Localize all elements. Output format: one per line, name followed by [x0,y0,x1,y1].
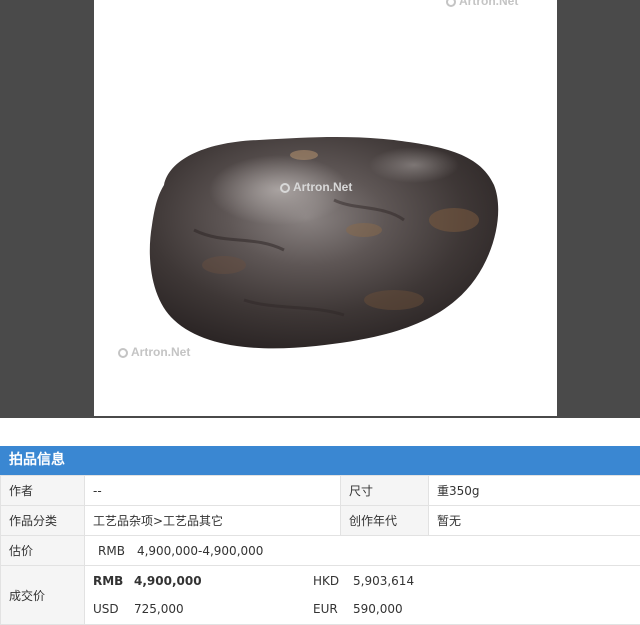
section-title: 拍品信息 [0,446,640,475]
watermark-center: Artron.Net [280,180,352,194]
deal-currency-rmb: RMB [93,574,123,588]
deal-label: 成交价 [1,566,85,625]
deal-prices: RMB 4,900,000 HKD 5,903,614 USD 725,000 … [85,566,640,624]
category-link[interactable]: 工艺品杂项>工艺品其它 [93,514,223,528]
table-row: 成交价 RMB 4,900,000 HKD 5,903,614 USD 725,… [1,566,640,625]
author-value: -- [85,476,341,506]
deal-prices-cell: RMB 4,900,000 HKD 5,903,614 USD 725,000 … [85,566,640,625]
year-value: 暂无 [429,506,640,536]
table-row: 作者 -- 尺寸 重350g [1,476,640,506]
image-stage: Artron.Net Artron.Net Artron.Net [0,0,640,418]
deal-currency-eur: EUR [313,602,338,616]
watermark-bottom: Artron.Net [118,345,190,359]
size-value: 重350g [429,476,640,506]
watermark-top: Artron.Net [446,0,518,8]
deal-currency-hkd: HKD [313,574,339,588]
deal-amount-hkd: 5,903,614 [353,574,414,588]
category-label: 作品分类 [1,506,85,536]
deal-amount-rmb: 4,900,000 [134,574,202,588]
size-label: 尺寸 [341,476,429,506]
lot-info-table: 作者 -- 尺寸 重350g 作品分类 工艺品杂项>工艺品其它 创作年代 暂无 … [0,475,640,625]
estimate-value-cell: RMB 4,900,000-4,900,000 [85,536,640,566]
deal-amount-usd: 725,000 [134,602,184,616]
estimate-label: 估价 [1,536,85,566]
estimate-value: 4,900,000-4,900,000 [137,544,263,558]
deal-currency-usd: USD [93,602,119,616]
lot-info-panel: 拍品信息 作者 -- 尺寸 重350g 作品分类 工艺品杂项>工艺品其它 创作年… [0,446,640,625]
year-label: 创作年代 [341,506,429,536]
table-row: 作品分类 工艺品杂项>工艺品其它 创作年代 暂无 [1,506,640,536]
table-row: 估价 RMB 4,900,000-4,900,000 [1,536,640,566]
author-label: 作者 [1,476,85,506]
category-value[interactable]: 工艺品杂项>工艺品其它 [85,506,341,536]
estimate-currency: RMB [98,544,125,558]
artwork-photo: Artron.Net Artron.Net Artron.Net [94,0,557,416]
deal-amount-eur: 590,000 [353,602,403,616]
